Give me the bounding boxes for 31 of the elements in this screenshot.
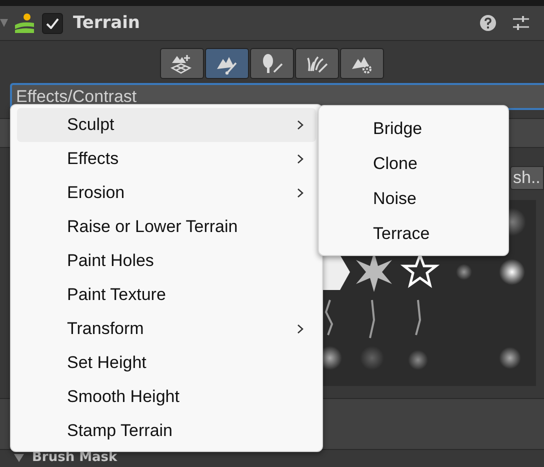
foldout-arrow-icon[interactable] [0,18,8,28]
foldout-arrow-icon[interactable] [14,454,24,462]
menu-item[interactable]: Clone [319,146,508,181]
menu-item[interactable]: Raise or Lower Terrain [17,210,316,244]
tool-button[interactable] [205,48,249,79]
tool-button[interactable] [295,48,339,79]
menu-item[interactable]: Transform [17,312,316,346]
brush-button[interactable]: sh.. [510,166,544,190]
checkmark-icon [46,18,59,28]
menu-item[interactable]: Terrace [319,216,508,251]
terrain-plus-icon [170,52,194,74]
help-icon[interactable] [480,15,496,31]
menu-item[interactable]: Erosion [17,176,316,210]
menu-item[interactable]: Sculpt [17,108,316,142]
tool-button[interactable] [160,48,204,79]
tool-button[interactable] [250,48,294,79]
component-title: Terrain [73,13,142,33]
terrain-icon [14,12,36,34]
menu-item[interactable]: Noise [319,181,508,216]
menu-item[interactable]: Set Height [17,346,316,380]
section-title: Brush Mask [32,451,118,464]
tool-button[interactable] [340,48,384,79]
tree-brush-icon [260,52,284,74]
menu-item[interactable]: Bridge [319,111,508,146]
menu-item[interactable]: Effects [17,142,316,176]
menu-item[interactable]: Paint Texture [17,278,316,312]
enabled-checkbox[interactable] [42,12,63,34]
menu-item[interactable]: Stamp Terrain [17,414,316,448]
settings-sliders-icon[interactable] [512,15,530,31]
menu-item[interactable]: Smooth Height [17,380,316,414]
menu-item[interactable]: Paint Holes [17,244,316,278]
